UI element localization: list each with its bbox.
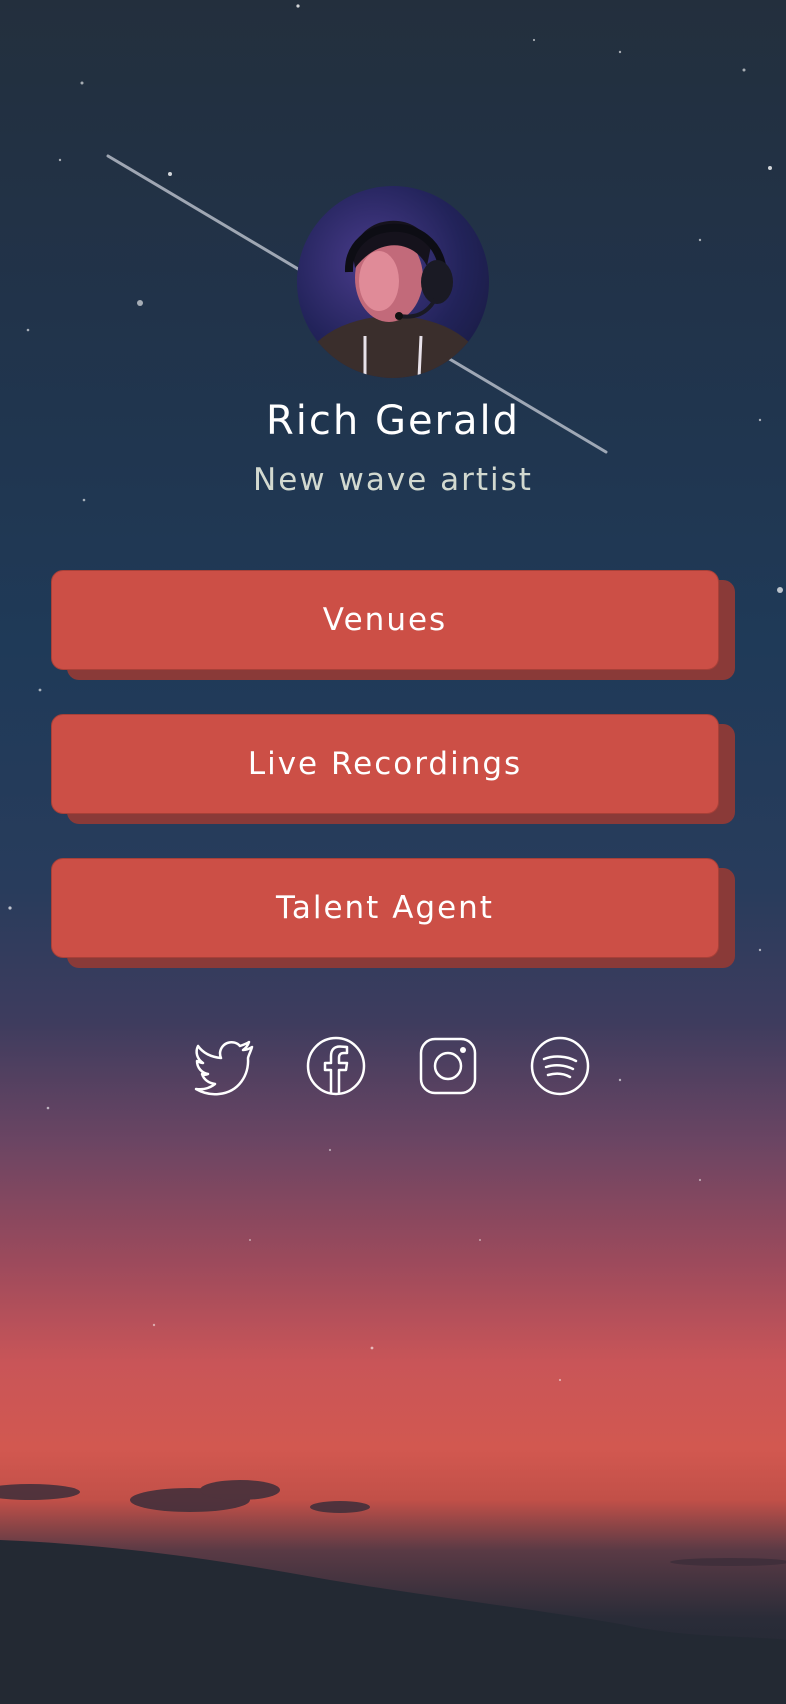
twitter-icon[interactable] (194, 1035, 256, 1097)
link-talent-agent[interactable]: Talent Agent (51, 858, 735, 968)
link-venues[interactable]: Venues (51, 570, 735, 680)
venues-button[interactable]: Venues (51, 570, 719, 670)
facebook-icon[interactable] (305, 1035, 367, 1097)
talent-agent-button[interactable]: Talent Agent (51, 858, 719, 958)
instagram-icon[interactable] (417, 1035, 479, 1097)
spotify-icon[interactable] (529, 1035, 591, 1097)
hill-silhouette (0, 1540, 786, 1704)
profile-name: Rich Gerald (265, 398, 521, 444)
link-live-recordings[interactable]: Live Recordings (51, 714, 735, 824)
live-recordings-button[interactable]: Live Recordings (51, 714, 719, 814)
avatar-photo (301, 220, 485, 378)
avatar (297, 186, 489, 378)
social-links (0, 1035, 786, 1097)
profile-tagline: New wave artist (253, 462, 533, 498)
